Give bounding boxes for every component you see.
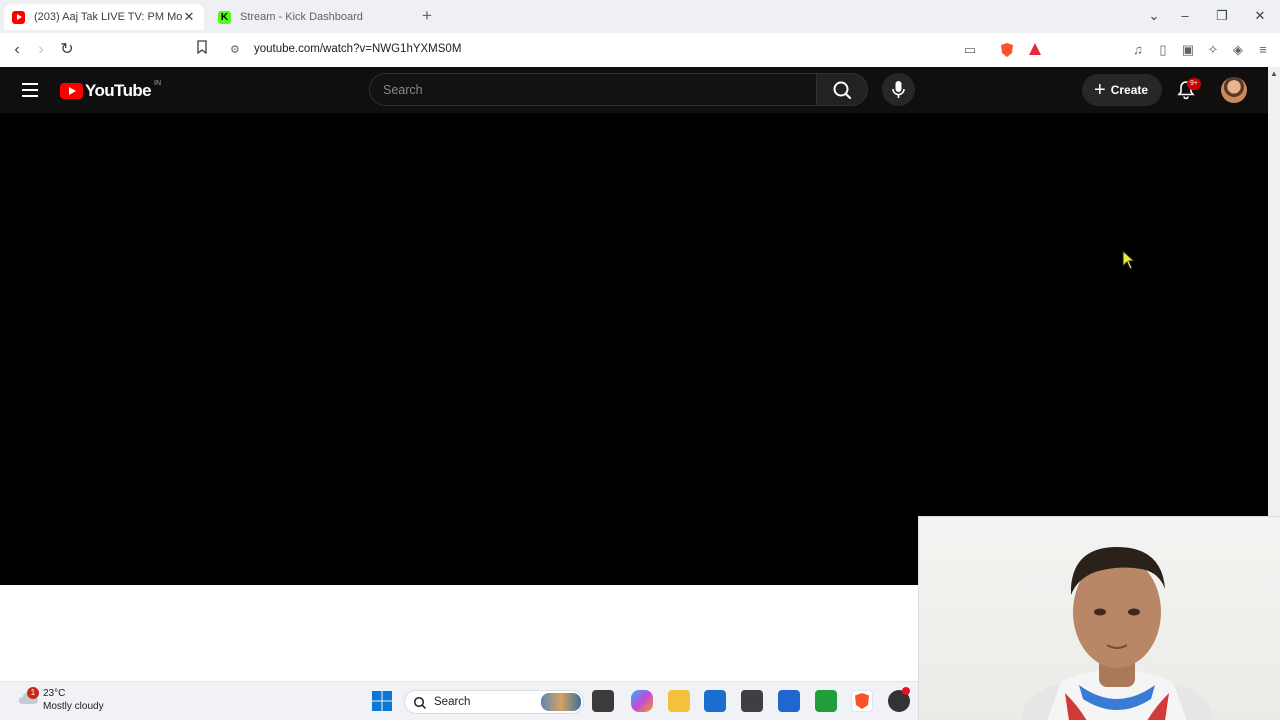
kick-favicon-icon: K bbox=[218, 10, 231, 24]
taskbar: 1 23°C Mostly cloudy Search bbox=[0, 681, 918, 720]
brave-browser-icon[interactable] bbox=[851, 690, 873, 712]
search-highlight-image bbox=[541, 693, 581, 711]
country-code: IN bbox=[154, 79, 161, 87]
copilot-icon[interactable] bbox=[631, 690, 653, 712]
task-view-icon[interactable] bbox=[592, 690, 614, 712]
taskbar-search-label: Search bbox=[434, 696, 471, 708]
forward-icon[interactable]: › bbox=[31, 40, 51, 60]
mouse-cursor-icon bbox=[1122, 250, 1136, 270]
tab-title: Stream - Kick Dashboard bbox=[240, 11, 363, 23]
bookmark-icon[interactable] bbox=[192, 40, 212, 60]
close-tab-icon[interactable]: ✕ bbox=[182, 9, 196, 25]
editor-app-icon[interactable] bbox=[778, 690, 800, 712]
media-icon[interactable]: ♫ bbox=[1130, 42, 1146, 58]
notification-count-badge: 9+ bbox=[1187, 78, 1201, 90]
create-label: Create bbox=[1110, 83, 1149, 97]
minimize-window-icon[interactable]: – bbox=[1175, 6, 1195, 26]
youtube-logo[interactable]: YouTube IN bbox=[60, 79, 161, 101]
url-text[interactable]: youtube.com/watch?v=NWG1hYXMS0M bbox=[254, 43, 461, 55]
youtube-play-icon bbox=[60, 83, 83, 99]
webcam-person-image bbox=[1022, 547, 1212, 720]
brave-shields-icon[interactable] bbox=[999, 42, 1015, 58]
youtube-page: YouTube IN Search + Create 9+ ▲ bbox=[0, 67, 1280, 585]
brave-rewards-icon[interactable] bbox=[1027, 42, 1043, 58]
vpn-icon[interactable]: ◈ bbox=[1230, 42, 1246, 58]
xbox-icon[interactable] bbox=[815, 690, 837, 712]
taskbar-search[interactable]: Search bbox=[404, 690, 584, 714]
close-window-icon[interactable]: ✕ bbox=[1250, 6, 1270, 26]
search-placeholder: Search bbox=[383, 83, 423, 97]
weather-alert-badge: 1 bbox=[27, 687, 39, 699]
back-icon[interactable]: ‹ bbox=[7, 40, 27, 60]
site-info-icon[interactable]: ⚙ bbox=[230, 43, 240, 56]
screen: (203) Aaj Tak LIVE TV: PM Modi | ✕ K Str… bbox=[0, 0, 1280, 720]
voice-search-button[interactable] bbox=[882, 73, 915, 106]
youtube-favicon-icon bbox=[12, 10, 25, 24]
reload-icon[interactable]: ↻ bbox=[57, 40, 77, 60]
browser-tab-bar: (203) Aaj Tak LIVE TV: PM Modi | ✕ K Str… bbox=[0, 0, 1280, 33]
guide-menu-icon[interactable] bbox=[22, 83, 38, 97]
tab-list-chevron-icon[interactable]: ⌄ bbox=[1144, 6, 1164, 26]
leo-ai-icon[interactable]: ✧ bbox=[1205, 42, 1221, 58]
browser-toolbar: ‹ › ↻ ⚙ youtube.com/watch?v=NWG1hYXMS0M … bbox=[0, 33, 1280, 67]
microphone-icon bbox=[892, 81, 905, 98]
app-cube-icon[interactable] bbox=[741, 690, 763, 712]
recording-dot-icon bbox=[902, 687, 910, 695]
tab-youtube[interactable]: (203) Aaj Tak LIVE TV: PM Modi | ✕ bbox=[4, 4, 204, 30]
menu-icon[interactable]: ≡ bbox=[1255, 42, 1271, 58]
microsoft-store-icon[interactable] bbox=[704, 690, 726, 712]
create-button[interactable]: + Create bbox=[1082, 74, 1162, 106]
webcam-overlay bbox=[918, 516, 1280, 720]
sidebar-icon[interactable]: ▯ bbox=[1155, 42, 1171, 58]
windows-start-icon[interactable] bbox=[371, 690, 393, 712]
cast-icon[interactable]: ▭ bbox=[962, 42, 978, 58]
tab-title: (203) Aaj Tak LIVE TV: PM Modi | bbox=[34, 11, 182, 23]
account-avatar[interactable] bbox=[1221, 77, 1247, 103]
page-scrollbar[interactable]: ▲ bbox=[1268, 67, 1280, 585]
wallet-icon[interactable]: ▣ bbox=[1180, 42, 1196, 58]
address-bar[interactable]: ⚙ youtube.com/watch?v=NWG1hYXMS0M bbox=[222, 37, 1052, 63]
restore-window-icon[interactable]: ❐ bbox=[1212, 6, 1232, 26]
tab-kick-dashboard[interactable]: K Stream - Kick Dashboard bbox=[210, 4, 410, 30]
file-explorer-icon[interactable] bbox=[668, 690, 690, 712]
search-icon bbox=[413, 696, 427, 710]
youtube-header: YouTube IN Search + Create 9+ bbox=[0, 67, 1268, 113]
plus-icon: + bbox=[1094, 79, 1106, 101]
search-icon bbox=[833, 81, 852, 100]
weather-temperature[interactable]: 23°C bbox=[43, 688, 65, 699]
search-button[interactable] bbox=[816, 73, 868, 106]
weather-condition[interactable]: Mostly cloudy bbox=[43, 701, 104, 712]
search-input[interactable]: Search bbox=[369, 73, 817, 106]
new-tab-button[interactable]: + bbox=[418, 7, 436, 25]
scroll-up-arrow-icon[interactable]: ▲ bbox=[1270, 69, 1278, 78]
obs-studio-icon[interactable] bbox=[888, 687, 910, 712]
logo-text: YouTube bbox=[85, 81, 152, 100]
